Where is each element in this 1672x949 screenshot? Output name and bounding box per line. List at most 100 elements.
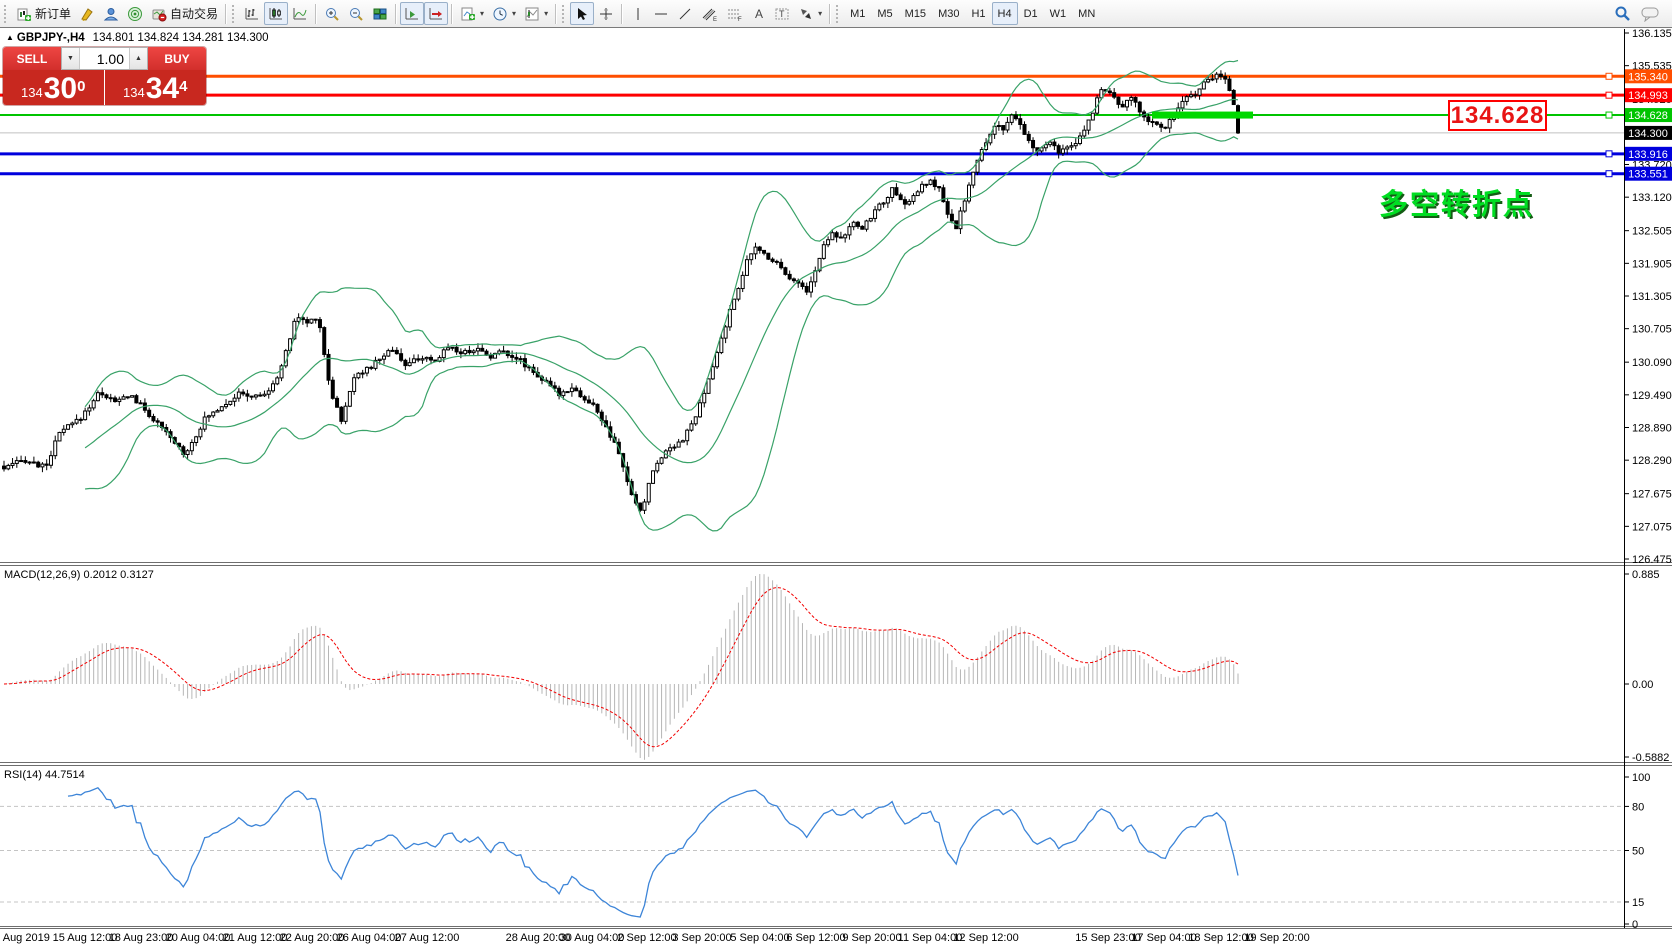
auto-scroll-button[interactable] (400, 2, 424, 25)
buy-button[interactable]: BUY (148, 47, 206, 70)
line-handle[interactable] (1606, 112, 1612, 118)
candles-layer (3, 70, 1240, 514)
periods-button[interactable]: ▾ (488, 2, 520, 25)
new-order-label: 新订单 (35, 5, 71, 22)
text-label-button[interactable]: T (770, 2, 794, 25)
text-button[interactable]: A (747, 2, 770, 25)
volume-increase-button[interactable]: ▲ (129, 48, 147, 69)
timeframe-h1-button[interactable]: H1 (965, 2, 991, 25)
line-chart-button[interactable] (288, 2, 312, 25)
price-badge-label: 134.300 (1628, 128, 1668, 140)
y-axis-tick: 133.120 (1632, 192, 1672, 204)
volume-value[interactable]: 1.00 (80, 48, 129, 69)
price-level-callout[interactable]: 134.628 (1448, 100, 1547, 131)
chat-icon[interactable] (1641, 6, 1660, 22)
community-button[interactable] (99, 2, 123, 25)
timeframe-h4-button[interactable]: H4 (992, 2, 1018, 25)
toolbar-separator (621, 4, 623, 24)
tile-windows-button[interactable] (368, 2, 392, 25)
time-axis-label: 4 Aug 2019 (0, 932, 50, 944)
timeframe-m5-button[interactable]: M5 (871, 2, 898, 25)
line-handle[interactable] (1606, 73, 1612, 79)
zoom-in-button[interactable] (320, 2, 344, 25)
time-axis-label: 3 Sep 20:00 (672, 932, 731, 944)
rsi-axis-tick: 100 (1632, 772, 1650, 784)
channel-button[interactable]: E (697, 2, 722, 25)
main-toolbar: 新订单 自动交易 ▾ (0, 0, 1672, 28)
chinese-annotation: 多空转折点 (1379, 181, 1534, 223)
toolbar-grip (232, 5, 238, 23)
y-axis-tick: 128.290 (1632, 455, 1672, 467)
y-axis-tick: 130.705 (1632, 324, 1672, 336)
chart-header: ▲GBPJPY-,H4134.801 134.824 134.281 134.3… (6, 32, 269, 44)
toolbar-separator (225, 4, 227, 24)
hline-icon (653, 6, 669, 22)
crosshair-button[interactable] (594, 2, 618, 25)
timeframe-d1-button[interactable]: D1 (1018, 2, 1044, 25)
trendline-button[interactable] (673, 2, 697, 25)
y-axis-tick: 131.305 (1632, 291, 1672, 303)
cursor-button[interactable] (570, 2, 594, 25)
y-axis-tick: 126.475 (1632, 554, 1672, 566)
timeframe-m15-button[interactable]: M15 (899, 2, 932, 25)
fibonacci-button[interactable]: F (722, 2, 747, 25)
time-axis-label: 5 Sep 04:00 (730, 932, 789, 944)
collapse-triangle-icon[interactable]: ▲ (6, 33, 14, 42)
timeframe-w1-button[interactable]: W1 (1044, 2, 1073, 25)
arrows-button[interactable]: ▾ (794, 2, 826, 25)
line-handle[interactable] (1606, 151, 1612, 157)
time-axis-label: 2 Sep 12:00 (617, 932, 676, 944)
templates-button[interactable]: ▾ (520, 2, 552, 25)
sell-price-big: 30 (44, 74, 77, 104)
autotrade-icon (151, 6, 167, 22)
toolbar-separator (315, 4, 317, 24)
new-order-icon (16, 6, 32, 22)
signal-icon (127, 6, 143, 22)
arrows-icon (798, 6, 814, 22)
line-handle[interactable] (1606, 171, 1612, 177)
crayon-button[interactable] (75, 2, 99, 25)
timeframe-m30-button[interactable]: M30 (932, 2, 965, 25)
auto-trading-button[interactable]: 自动交易 (147, 2, 222, 25)
cursor-icon (574, 6, 590, 22)
support-highlight-bar[interactable] (1152, 112, 1253, 119)
bar-chart-button[interactable] (240, 2, 264, 25)
chart-canvas[interactable]: 136.135135.535134.920134.320133.720133.1… (0, 29, 1672, 949)
label-icon: T (774, 6, 790, 22)
time-axis-label: 21 Aug 12:00 (223, 932, 288, 944)
time-axis[interactable]: 4 Aug 201915 Aug 12:0018 Aug 23:0020 Aug… (0, 930, 1672, 948)
line-handle[interactable] (1606, 92, 1612, 98)
horizontal-line-button[interactable] (649, 2, 673, 25)
time-axis-label: 9 Sep 20:00 (842, 932, 901, 944)
buy-price-prefix: 134 (123, 82, 145, 104)
text-icon: A (752, 6, 766, 22)
crosshair-icon (598, 6, 614, 22)
macd-signal-line (4, 588, 1238, 747)
crayon-icon (79, 6, 95, 22)
rsi-line (68, 788, 1238, 917)
indicators-button[interactable]: ▾ (456, 2, 488, 25)
zoom-out-button[interactable] (344, 2, 368, 25)
bar-chart-icon (244, 6, 260, 22)
volume-decrease-button[interactable]: ▼ (62, 48, 80, 69)
chart-shift-button[interactable] (424, 2, 448, 25)
search-icon[interactable] (1614, 5, 1631, 22)
vertical-line-button[interactable] (626, 2, 649, 25)
sell-price[interactable]: 134 30 0 (3, 70, 105, 105)
rsi-indicator-label: RSI(14) 44.7514 (4, 769, 85, 781)
toolbar-grip (562, 5, 568, 23)
new-order-button[interactable]: 新订单 (12, 2, 75, 25)
price-badge-label: 134.628 (1628, 110, 1668, 122)
profile-icon (103, 6, 119, 22)
toolbar-separator (829, 4, 831, 24)
y-axis-tick: 130.090 (1632, 357, 1672, 369)
timeframe-mn-button[interactable]: MN (1072, 2, 1101, 25)
candlestick-chart-button[interactable] (264, 2, 288, 25)
chevron-down-icon: ▾ (480, 9, 484, 18)
buy-price[interactable]: 134 34 4 (105, 70, 207, 105)
signals-button[interactable] (123, 2, 147, 25)
one-click-trading-panel: SELL ▼ 1.00 ▲ BUY 134 30 0 134 34 4 (3, 47, 206, 105)
timeframe-m1-button[interactable]: M1 (844, 2, 871, 25)
sell-button[interactable]: SELL (3, 47, 61, 70)
price-badge-label: 135.340 (1628, 71, 1668, 83)
